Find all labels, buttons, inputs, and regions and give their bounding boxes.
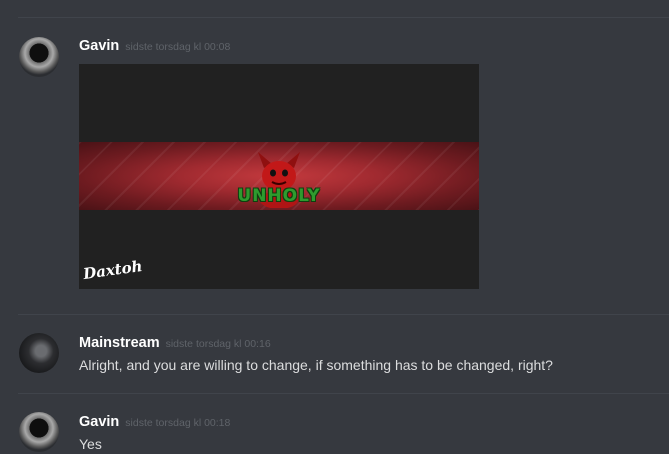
banner-wordmark: UNHOLY — [237, 186, 321, 206]
timestamp: sidste torsdag kl 00:18 — [125, 417, 231, 429]
chat-message-list: Gavin sidste torsdag kl 00:08 UNHOLY Daxt… — [0, 0, 669, 454]
username[interactable]: Gavin — [79, 38, 119, 54]
user-avatar[interactable] — [19, 37, 59, 77]
image-attachment[interactable]: UNHOLY Daxtoh — [79, 64, 479, 289]
message-text: Yes — [79, 436, 102, 452]
message-text: Alright, and you are willing to change, … — [79, 357, 553, 373]
message-divider — [18, 17, 669, 18]
message-divider — [18, 314, 669, 315]
artist-signature: Daxtoh — [82, 256, 144, 284]
user-avatar[interactable] — [19, 333, 59, 373]
message-header: Mainstream sidste torsdag kl 00:16 — [79, 334, 271, 353]
username[interactable]: Gavin — [79, 414, 119, 430]
message-header: Gavin sidste torsdag kl 00:18 — [79, 413, 230, 432]
timestamp: sidste torsdag kl 00:08 — [125, 41, 231, 53]
message-header: Gavin sidste torsdag kl 00:08 — [79, 37, 230, 56]
message-divider — [18, 393, 669, 394]
user-avatar[interactable] — [19, 412, 59, 452]
timestamp: sidste torsdag kl 00:16 — [165, 338, 271, 350]
username[interactable]: Mainstream — [79, 335, 160, 351]
